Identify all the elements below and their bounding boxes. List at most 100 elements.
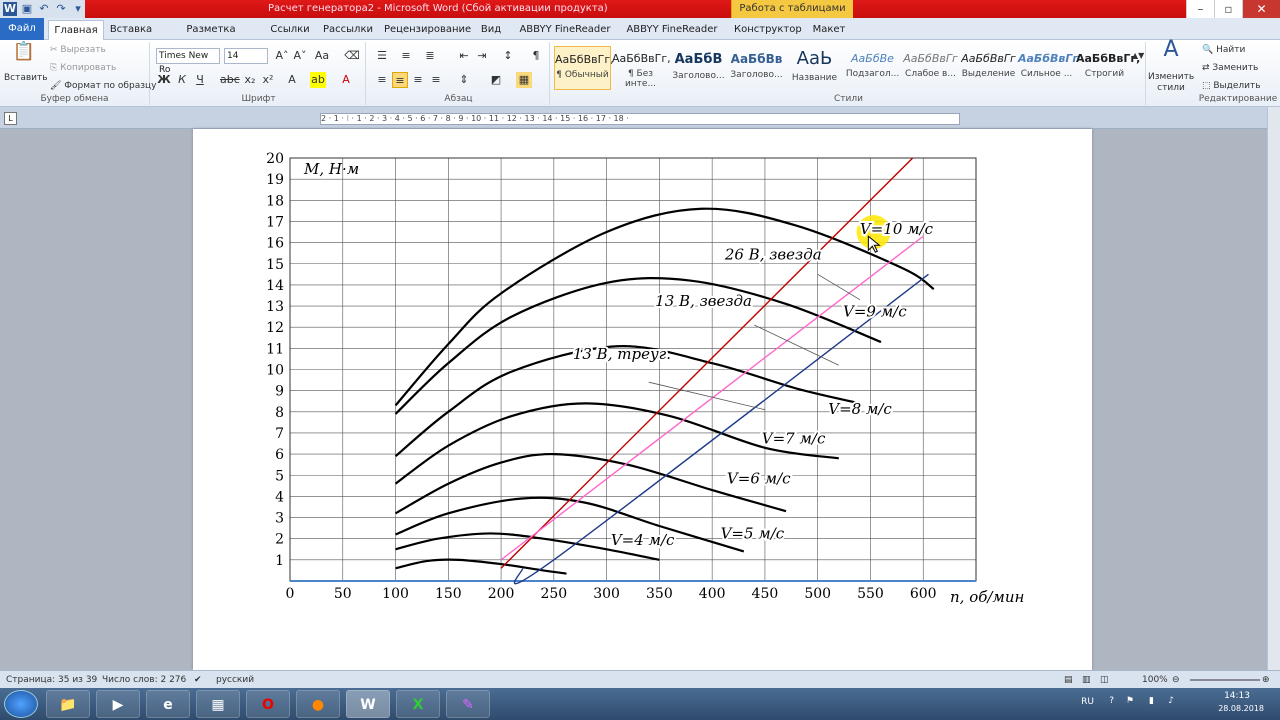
tab-design[interactable]: Конструктор	[734, 20, 802, 40]
pilcrow-icon[interactable]: ¶	[528, 48, 544, 64]
style-strong[interactable]: АаБбВвГг, Строгий	[1076, 46, 1140, 90]
zoom-slider[interactable]	[1190, 679, 1260, 681]
style-title[interactable]: АаЬ Название	[786, 46, 843, 90]
undo-icon[interactable]: ↶	[37, 2, 51, 16]
borders-icon[interactable]: ▦	[516, 72, 532, 88]
align-right-icon[interactable]: ≡	[410, 72, 426, 88]
help-icon[interactable]: ?	[1109, 696, 1114, 706]
input-language[interactable]: RU	[1081, 697, 1094, 707]
excel-icon[interactable]: X	[396, 690, 440, 718]
paste-button[interactable]: Вставить	[4, 73, 48, 83]
font-size-field[interactable]: 14	[224, 48, 268, 64]
copy-button[interactable]: ⎘ Копировать	[50, 63, 116, 73]
volume-icon[interactable]: ♪	[1168, 696, 1174, 706]
maximize-icon[interactable]: ▫	[1214, 0, 1242, 18]
subscript-icon[interactable]: x₂	[242, 72, 258, 88]
increase-indent-icon[interactable]: ⇥	[474, 48, 490, 64]
clear-format-icon[interactable]: ⌫	[344, 48, 360, 64]
flag-icon[interactable]: ⚑	[1126, 696, 1134, 706]
word-count[interactable]: Число слов: 2 276	[102, 671, 186, 689]
style-normal[interactable]: АаБбВвГг, ¶ Обычный	[554, 46, 614, 90]
replace-button[interactable]: ⇄ Заменить	[1202, 63, 1258, 73]
tab-selector-icon[interactable]: L	[4, 112, 17, 125]
find-button[interactable]: 🔍 Найти	[1202, 45, 1245, 55]
styles-scroll-icon[interactable]: ▲▼	[1132, 48, 1144, 64]
tab-abbyy-11[interactable]: ABBYY FineReader 11	[622, 20, 722, 55]
language[interactable]: русский	[216, 671, 254, 689]
italic-icon[interactable]: К	[174, 72, 190, 88]
horizontal-ruler[interactable]: 2 · 1 · ⁝ · 1 · 2 · 3 · 4 · 5 · 6 · 7 · …	[320, 113, 960, 125]
customize-qat-icon[interactable]: ▾	[71, 2, 85, 16]
font-color-icon[interactable]: A	[338, 72, 354, 88]
zoom-out-icon[interactable]: ⊖	[1172, 671, 1180, 689]
tab-mailings[interactable]: Рассылки	[320, 20, 376, 40]
clock-time[interactable]: 14:13	[1224, 691, 1250, 701]
opera-icon[interactable]: O	[246, 690, 290, 718]
view-web-icon[interactable]: ◫	[1100, 671, 1109, 689]
style-intense-emphasis[interactable]: АаБбВвГг Сильное ...	[1018, 46, 1078, 90]
justify-icon[interactable]: ≡	[428, 72, 444, 88]
change-case-icon[interactable]: Aa	[314, 48, 330, 64]
tab-insert[interactable]: Вставка	[108, 20, 154, 40]
cut-button[interactable]: ✂ Вырезать	[50, 45, 106, 55]
superscript-icon[interactable]: x²	[260, 72, 276, 88]
tab-review[interactable]: Рецензирование	[384, 20, 471, 40]
text-effects-icon[interactable]: A	[284, 72, 300, 88]
style-heading-1[interactable]: АаБбВ Заголово...	[670, 46, 727, 90]
multilevel-icon[interactable]: ≣	[422, 48, 438, 64]
tab-page-layout[interactable]: Разметка страницы	[164, 20, 258, 55]
tab-file[interactable]: Файл	[0, 18, 44, 40]
decrease-indent-icon[interactable]: ⇤	[456, 48, 472, 64]
media-player-icon[interactable]: ▶	[96, 690, 140, 718]
document-page[interactable]: 0 50 100 150 200 250 300 350 400 450 500 550 600 1 2 3 4…	[193, 129, 1092, 670]
start-button[interactable]	[4, 690, 38, 718]
tab-abbyy-12[interactable]: ABBYY FineReader 12	[516, 20, 614, 55]
change-styles-button[interactable]: A Изменить стили	[1148, 39, 1194, 105]
select-button[interactable]: ⬚ Выделить	[1202, 81, 1261, 91]
paint-icon[interactable]: ✎	[446, 690, 490, 718]
tab-view[interactable]: Вид	[476, 20, 506, 40]
bullets-icon[interactable]: ☰	[374, 48, 390, 64]
style-subtle-emphasis[interactable]: АаБбВвГг Слабое в...	[902, 46, 959, 90]
style-emphasis[interactable]: АаБбВвГг Выделение	[960, 46, 1017, 90]
view-print-layout-icon[interactable]: ▤	[1064, 671, 1073, 689]
shading-icon[interactable]: ◩	[488, 72, 504, 88]
bold-icon[interactable]: Ж	[156, 72, 172, 88]
firefox-icon[interactable]: ●	[296, 690, 340, 718]
grow-font-icon[interactable]: A˄	[274, 48, 290, 64]
underline-icon[interactable]: Ч	[192, 72, 208, 88]
vertical-scrollbar[interactable]	[1267, 107, 1280, 670]
zoom-level[interactable]: 100%	[1142, 671, 1168, 689]
tab-home[interactable]: Главная	[48, 20, 104, 41]
highlight-icon[interactable]: ab	[310, 72, 326, 88]
word-app-icon[interactable]: W	[3, 2, 17, 16]
shrink-font-icon[interactable]: A˅	[292, 48, 308, 64]
align-center-icon[interactable]: ≡	[392, 72, 408, 88]
word-taskbar-icon[interactable]: W	[346, 690, 390, 718]
style-no-spacing[interactable]: АаБбВвГг, ¶ Без инте...	[612, 46, 671, 90]
clock-date[interactable]: 28.08.2018	[1218, 704, 1264, 713]
sort-icon[interactable]: ↕	[500, 48, 516, 64]
style-subtitle[interactable]: АаБбВе Подзагол...	[844, 46, 901, 90]
line-spacing-icon[interactable]: ⇕	[456, 72, 472, 88]
explorer-icon[interactable]: 📁	[46, 690, 90, 718]
proofing-icon[interactable]: ✔	[194, 671, 202, 689]
align-left-icon[interactable]: ≡	[374, 72, 390, 88]
ie-icon[interactable]: e	[146, 690, 190, 718]
view-full-screen-icon[interactable]: ▥	[1082, 671, 1091, 689]
minimize-icon[interactable]: –	[1186, 0, 1214, 18]
tab-references[interactable]: Ссылки	[268, 20, 312, 40]
zoom-in-icon[interactable]: ⊕	[1262, 671, 1270, 689]
page-count[interactable]: Страница: 35 из 39	[6, 671, 97, 689]
font-name-field[interactable]: Times New Ro	[156, 48, 220, 75]
save-icon[interactable]: ▣	[20, 2, 34, 16]
strikethrough-icon[interactable]: abc	[220, 72, 240, 88]
calculator-icon[interactable]: ▦	[196, 690, 240, 718]
numbering-icon[interactable]: ≡	[398, 48, 414, 64]
tab-layout[interactable]: Макет	[808, 20, 850, 40]
redo-icon[interactable]: ↷	[54, 2, 68, 16]
format-painter-button[interactable]: 🖌 Формат по образцу	[50, 81, 156, 91]
close-icon[interactable]: ✕	[1242, 0, 1280, 18]
network-icon[interactable]: ▮	[1149, 696, 1154, 706]
style-heading-2[interactable]: АаБбВв Заголово...	[728, 46, 785, 90]
